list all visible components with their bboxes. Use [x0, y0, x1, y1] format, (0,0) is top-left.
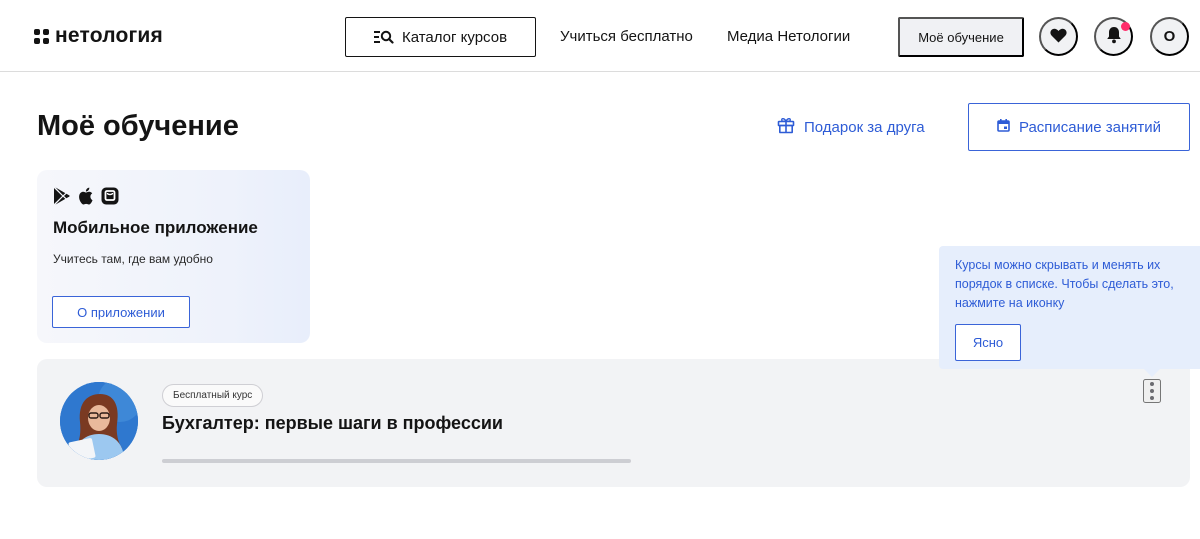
bell-icon [1106, 26, 1122, 47]
gift-for-friend-link[interactable]: Подарок за друга [777, 116, 925, 138]
course-title[interactable]: Бухгалтер: первые шаги в профессии [162, 413, 503, 434]
my-learning-button[interactable]: Моё обучение [898, 17, 1024, 57]
profile-button[interactable]: О [1150, 17, 1189, 56]
course-type-badge: Бесплатный курс [162, 384, 264, 407]
catalog-button[interactable]: Каталог курсов [345, 17, 536, 57]
mobile-app-card: Мобильное приложение Учитесь там, где ва… [37, 170, 310, 343]
apple-icon[interactable] [78, 187, 93, 210]
teacher-portrait-image [60, 382, 138, 460]
tooltip-pointer [1144, 369, 1160, 377]
gift-icon [777, 116, 795, 138]
hint-tooltip: Курсы можно скрывать и менять их порядок… [939, 246, 1200, 369]
app-card-title: Мобильное приложение [53, 218, 258, 237]
course-avatar [60, 382, 138, 460]
schedule-label: Расписание занятий [1018, 118, 1162, 136]
course-progress-bar [162, 459, 631, 463]
nav-free-learning[interactable]: Учиться бесплатно [560, 28, 693, 45]
catalog-label: Каталог курсов [401, 28, 508, 46]
heart-icon [1050, 28, 1067, 46]
schedule-button[interactable]: Расписание занятий [968, 103, 1190, 151]
google-play-icon[interactable] [53, 187, 70, 210]
calendar-icon [997, 118, 1010, 136]
favorites-button[interactable] [1039, 17, 1078, 56]
store-icons [53, 187, 119, 210]
app-card-subtitle: Учитесь там, где вам удобно [53, 252, 213, 266]
nav-media[interactable]: Медиа Нетологии [727, 28, 850, 45]
about-app-button[interactable]: О приложении [52, 296, 190, 328]
notifications-button[interactable] [1094, 17, 1133, 56]
logo[interactable]: нетология [34, 24, 163, 48]
app-gallery-icon[interactable] [101, 187, 119, 210]
gift-link-label: Подарок за друга [804, 118, 925, 136]
logo-text: нетология [55, 24, 163, 47]
course-card[interactable]: Бесплатный курс Бухгалтер: первые шаги в… [37, 359, 1190, 487]
tooltip-text: Курсы можно скрывать и менять их порядок… [955, 258, 1174, 310]
page-title: Моё обучение [37, 110, 239, 142]
more-vertical-icon [1150, 382, 1154, 400]
tooltip-ok-button[interactable]: Ясно [955, 324, 1021, 361]
notification-dot [1121, 22, 1130, 31]
logo-mark-icon [34, 28, 49, 44]
site-header: нетология Каталог курсов Учиться бесплат… [0, 0, 1200, 72]
catalog-search-icon [373, 29, 394, 45]
course-menu-button[interactable] [1143, 379, 1161, 403]
